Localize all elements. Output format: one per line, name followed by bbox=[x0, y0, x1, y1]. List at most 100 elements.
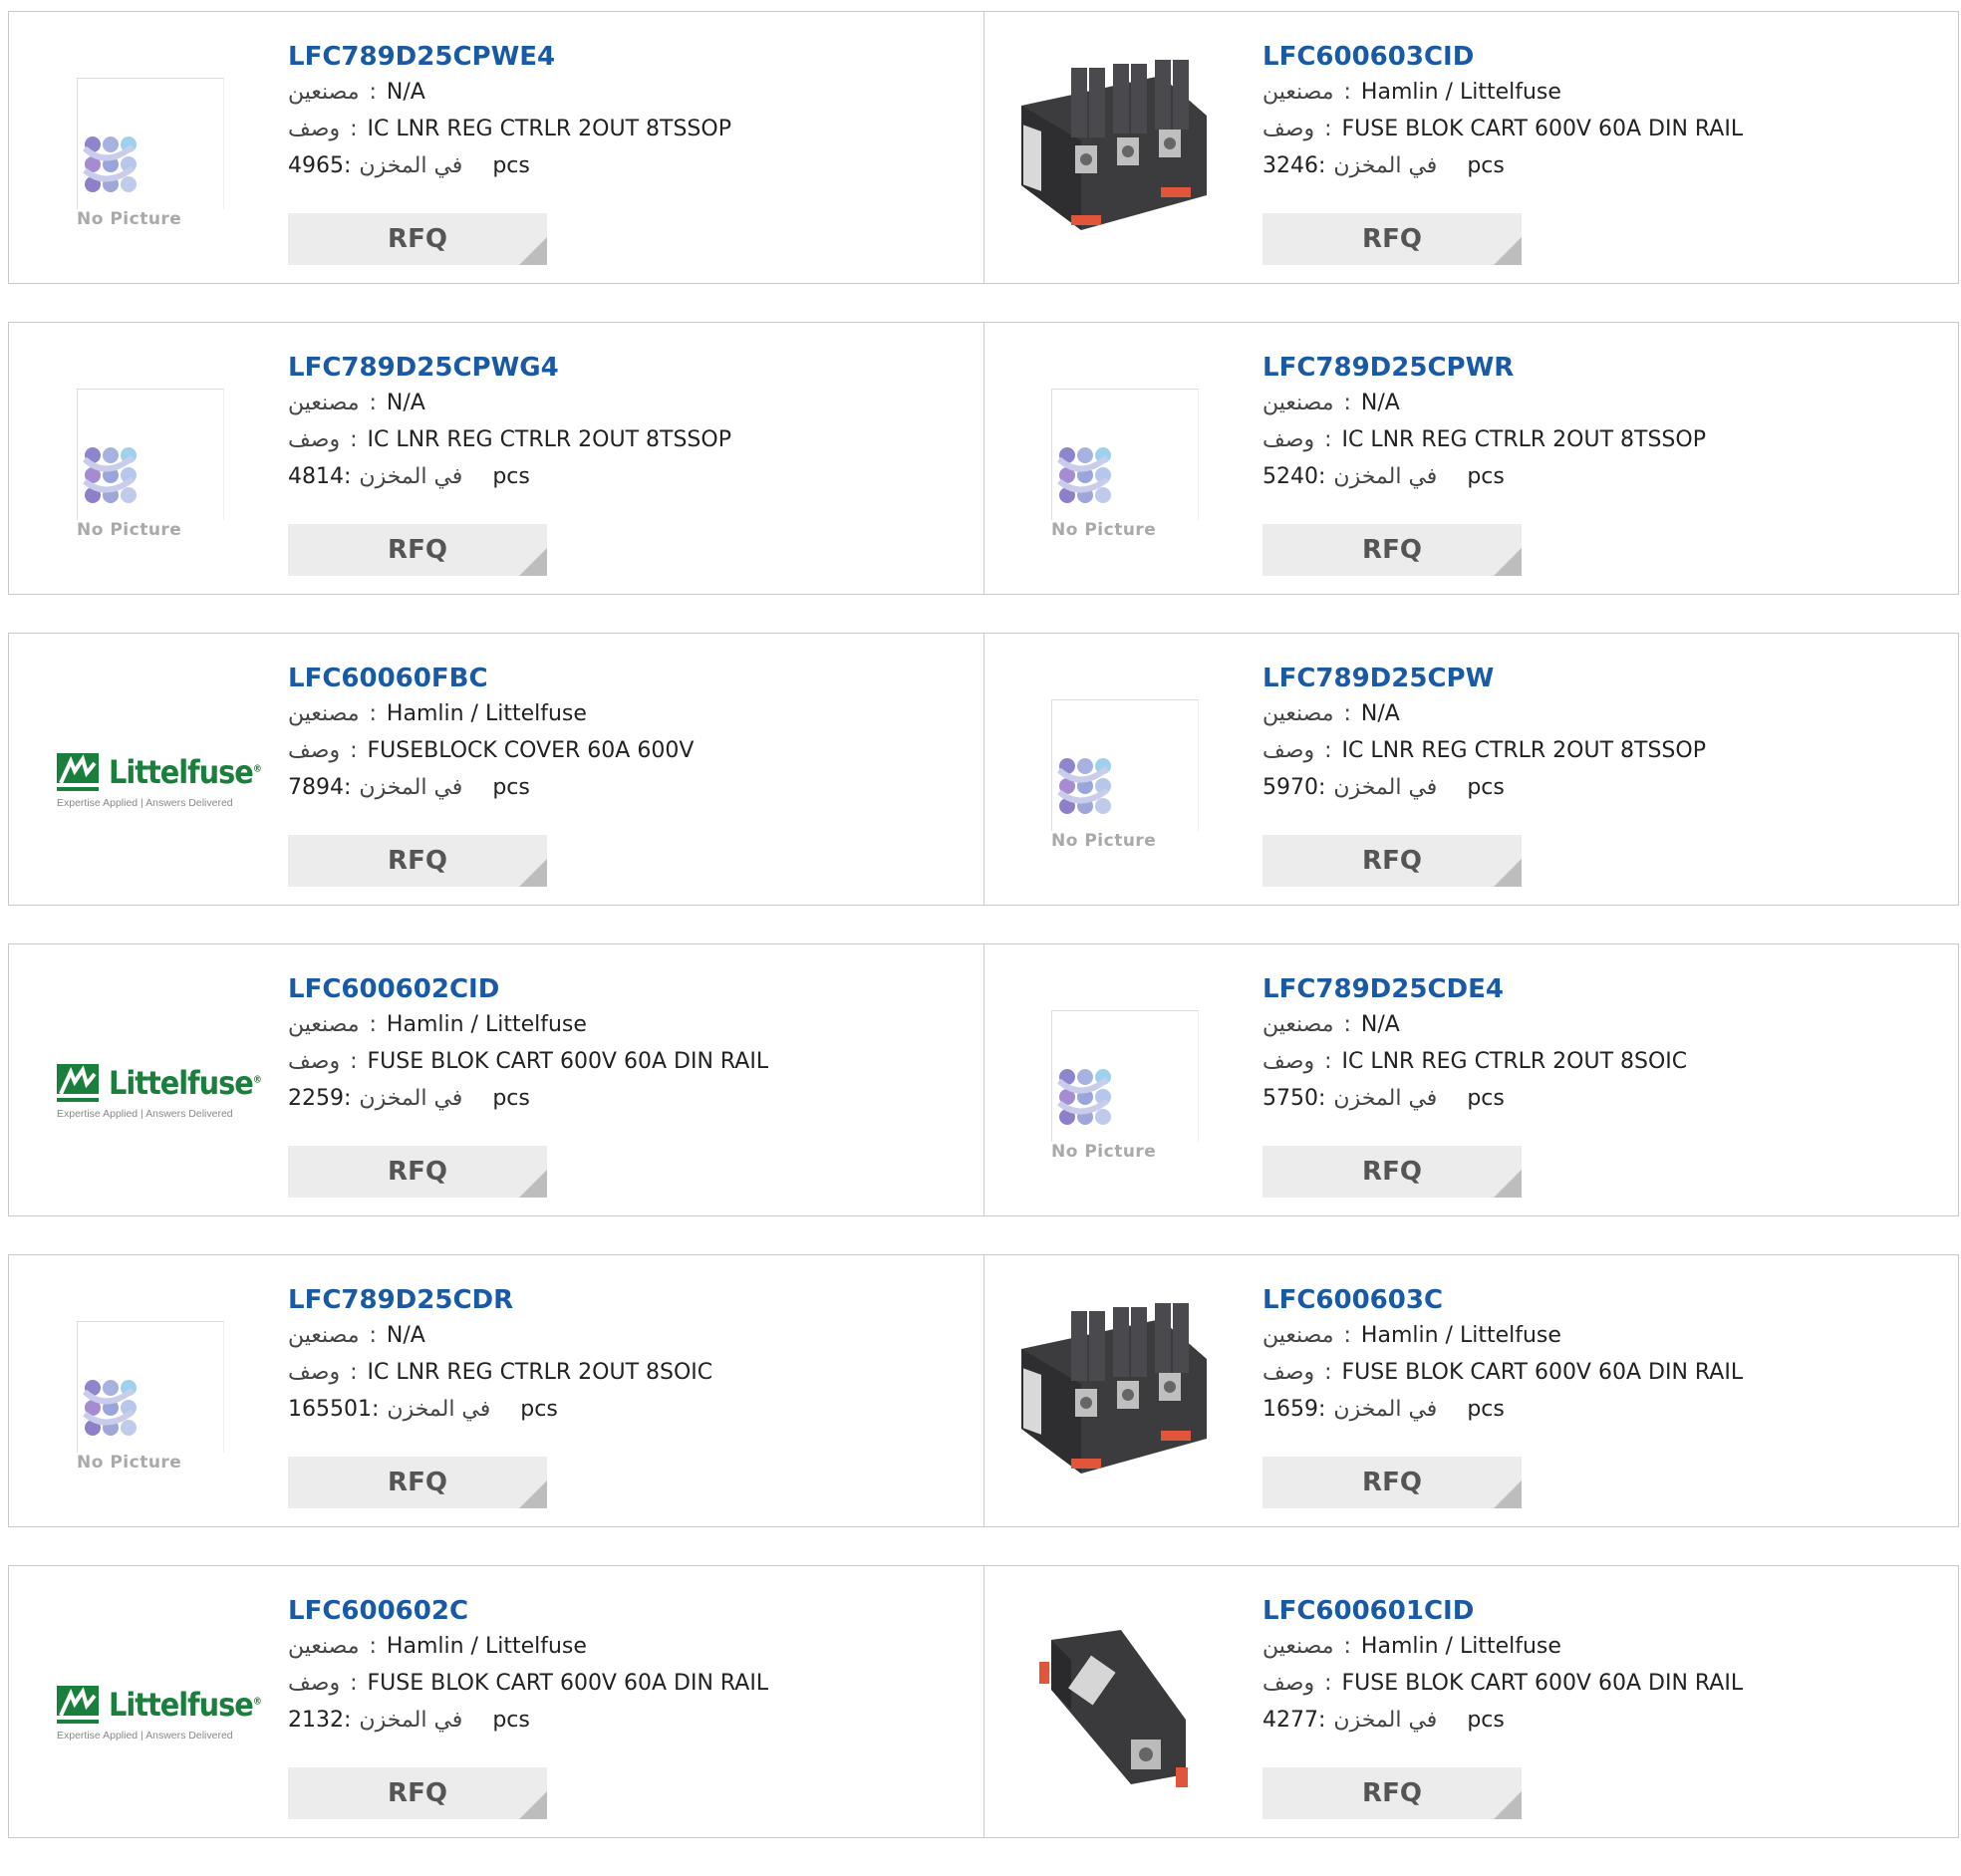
rfq-button[interactable]: RFQ bbox=[288, 835, 547, 887]
part-number-link[interactable]: LFC600603C bbox=[1262, 1285, 1743, 1317]
rfq-button[interactable]: RFQ bbox=[1262, 524, 1522, 576]
part-number-link[interactable]: LFC600601CID bbox=[1262, 1596, 1743, 1628]
rfq-button[interactable]: RFQ bbox=[288, 1457, 547, 1508]
no-picture-label: No Picture bbox=[1051, 520, 1207, 540]
stock-value: 4814 bbox=[288, 464, 344, 489]
part-number-link[interactable]: LFC600603CID bbox=[1262, 42, 1743, 74]
part-number-link[interactable]: LFC600602CID bbox=[288, 974, 768, 1006]
stock-label: في المخزن bbox=[1333, 1086, 1438, 1111]
pcs-unit: pcs bbox=[1467, 1086, 1505, 1111]
product-info: LFC789D25CPW مصنعين: N/A وصف: IC LNR REG CTR… bbox=[1262, 664, 1706, 806]
stock-value: 2259 bbox=[288, 1086, 344, 1111]
pcs-unit: pcs bbox=[1467, 775, 1505, 800]
product-card: Littelfuse® Expertise Applied | Answers D… bbox=[9, 1566, 984, 1837]
product-grid: No Picture LFC789D25CPWE4 مصنعين: N/A وصف: IC… bbox=[8, 11, 1959, 1876]
product-image-link[interactable]: No Picture bbox=[1011, 668, 1215, 867]
rfq-button[interactable]: RFQ bbox=[1262, 1457, 1522, 1508]
manufacturer-line: مصنعين: N/A bbox=[1262, 1012, 1400, 1037]
stock-line: 4965: في المخزن pcs bbox=[288, 153, 530, 178]
product-image-link[interactable] bbox=[1011, 1600, 1215, 1799]
pcs-unit: pcs bbox=[492, 464, 530, 489]
rfq-button[interactable]: RFQ bbox=[1262, 835, 1522, 887]
manufacturer-line: مصنعين: Hamlin / Littelfuse bbox=[288, 701, 587, 726]
description-label: وصف bbox=[1262, 738, 1315, 763]
no-picture-placeholder: No Picture bbox=[77, 389, 232, 540]
pcs-unit: pcs bbox=[492, 775, 530, 800]
product-info: LFC600603CID مصنعين: Hamlin / Littelfuse وص… bbox=[1262, 42, 1743, 184]
manufacturer-line: مصنعين: N/A bbox=[1262, 391, 1400, 415]
product-image-link[interactable]: Littelfuse® Expertise Applied | Answers D… bbox=[37, 1600, 262, 1799]
stock-value: 5970 bbox=[1262, 775, 1318, 800]
pcs-unit: pcs bbox=[1467, 153, 1505, 178]
littelfuse-logo: Littelfuse® Expertise Applied | Answers D… bbox=[57, 753, 262, 809]
stock-value: 4965 bbox=[288, 153, 344, 178]
no-picture-label: No Picture bbox=[77, 1453, 232, 1473]
rfq-label: RFQ bbox=[1362, 1157, 1422, 1187]
product-image-link[interactable]: No Picture bbox=[37, 46, 240, 245]
product-info: LFC789D25CDR مصنعين: N/A وصف: IC LNR REG CTR… bbox=[288, 1285, 712, 1428]
product-image-link[interactable]: Littelfuse® Expertise Applied | Answers D… bbox=[37, 978, 262, 1178]
pcs-unit: pcs bbox=[492, 153, 530, 178]
rfq-button[interactable]: RFQ bbox=[1262, 213, 1522, 265]
stock-line: 5240: في المخزن pcs bbox=[1262, 464, 1505, 489]
rfq-label: RFQ bbox=[1362, 224, 1422, 254]
product-card: No Picture LFC789D25CDR مصنعين: N/A وصف: IC L… bbox=[9, 1255, 984, 1526]
stock-label: في المخزن bbox=[1333, 153, 1438, 178]
stock-line: 1659: في المخزن pcs bbox=[1262, 1397, 1505, 1422]
manufacturer-label: مصنعين bbox=[288, 1634, 360, 1659]
product-info: LFC600601CID مصنعين: Hamlin / Littelfuse وص… bbox=[1262, 1596, 1743, 1739]
product-image-link[interactable] bbox=[1011, 1289, 1215, 1488]
manufacturer-value: N/A bbox=[386, 80, 425, 105]
product-row: No Picture LFC789D25CPWG4 مصنعين: N/A وصف: IC… bbox=[8, 322, 1959, 595]
product-info: LFC60060FBC مصنعين: Hamlin / Littelfuse وصف… bbox=[288, 664, 694, 806]
no-picture-label: No Picture bbox=[77, 520, 232, 540]
part-number-link[interactable]: LFC789D25CPWG4 bbox=[288, 353, 731, 385]
product-row: Littelfuse® Expertise Applied | Answers D… bbox=[8, 633, 1959, 906]
product-image-link[interactable] bbox=[1011, 46, 1215, 245]
part-number-link[interactable]: LFC600602C bbox=[288, 1596, 768, 1628]
rfq-button[interactable]: RFQ bbox=[1262, 1146, 1522, 1198]
product-image-link[interactable]: No Picture bbox=[37, 1289, 240, 1488]
no-picture-placeholder: No Picture bbox=[1051, 389, 1207, 540]
product-info: LFC789D25CPWR مصنعين: N/A وصف: IC LNR REG CT… bbox=[1262, 353, 1706, 495]
rfq-corner-decoration bbox=[519, 1170, 547, 1198]
part-number-link[interactable]: LFC789D25CDE4 bbox=[1262, 974, 1687, 1006]
description-line: وصف: FUSE BLOK CART 600V 60A DIN RAIL bbox=[1262, 1360, 1744, 1385]
description-label: وصف bbox=[1262, 1360, 1315, 1385]
stock-label: في المخزن bbox=[359, 1086, 463, 1111]
product-card: No Picture LFC789D25CPWG4 مصنعين: N/A وصف: IC… bbox=[9, 323, 984, 594]
littelfuse-logo: Littelfuse® Expertise Applied | Answers D… bbox=[57, 1686, 262, 1742]
product-card: No Picture LFC789D25CPWE4 مصنعين: N/A وصف: IC… bbox=[9, 12, 984, 283]
rfq-button[interactable]: RFQ bbox=[288, 1767, 547, 1819]
rfq-button[interactable]: RFQ bbox=[288, 213, 547, 265]
stock-value: 5750 bbox=[1262, 1086, 1318, 1111]
part-number-link[interactable]: LFC789D25CDR bbox=[288, 1285, 712, 1317]
part-number-link[interactable]: LFC789D25CPWR bbox=[1262, 353, 1706, 385]
rfq-corner-decoration bbox=[1494, 859, 1522, 887]
part-number-link[interactable]: LFC789D25CPWE4 bbox=[288, 42, 731, 74]
manufacturer-line: مصنعين: N/A bbox=[1262, 701, 1400, 726]
stock-label: في المخزن bbox=[387, 1397, 491, 1422]
stock-line: 2259: في المخزن pcs bbox=[288, 1086, 530, 1111]
product-image-link[interactable]: No Picture bbox=[1011, 978, 1215, 1178]
stock-line: 5750: في المخزن pcs bbox=[1262, 1086, 1505, 1111]
no-picture-label: No Picture bbox=[1051, 831, 1207, 851]
part-number-link[interactable]: LFC789D25CPW bbox=[1262, 664, 1706, 695]
rfq-button[interactable]: RFQ bbox=[288, 1146, 547, 1198]
product-info: LFC600602C مصنعين: Hamlin / Littelfuse وصف:… bbox=[288, 1596, 768, 1739]
product-image-link[interactable]: No Picture bbox=[1011, 357, 1215, 556]
stock-value: 165501 bbox=[288, 1397, 372, 1422]
stock-label: في المخزن bbox=[1333, 1708, 1438, 1733]
part-number-link[interactable]: LFC60060FBC bbox=[288, 664, 694, 695]
manufacturer-value: N/A bbox=[1360, 1012, 1400, 1037]
product-card: No Picture LFC789D25CDE4 مصنعين: N/A وصف: IC … bbox=[983, 944, 1958, 1215]
stock-line: 2132: في المخزن pcs bbox=[288, 1708, 530, 1733]
rfq-button[interactable]: RFQ bbox=[1262, 1767, 1522, 1819]
rfq-corner-decoration bbox=[1494, 1791, 1522, 1819]
description-line: وصف: IC LNR REG CTRLR 2OUT 8SOIC bbox=[1262, 1049, 1688, 1074]
rfq-label: RFQ bbox=[1362, 1778, 1422, 1808]
product-image-link[interactable]: Littelfuse® Expertise Applied | Answers D… bbox=[37, 668, 262, 867]
rfq-button[interactable]: RFQ bbox=[288, 524, 547, 576]
product-image-link[interactable]: No Picture bbox=[37, 357, 240, 556]
rfq-corner-decoration bbox=[519, 548, 547, 576]
